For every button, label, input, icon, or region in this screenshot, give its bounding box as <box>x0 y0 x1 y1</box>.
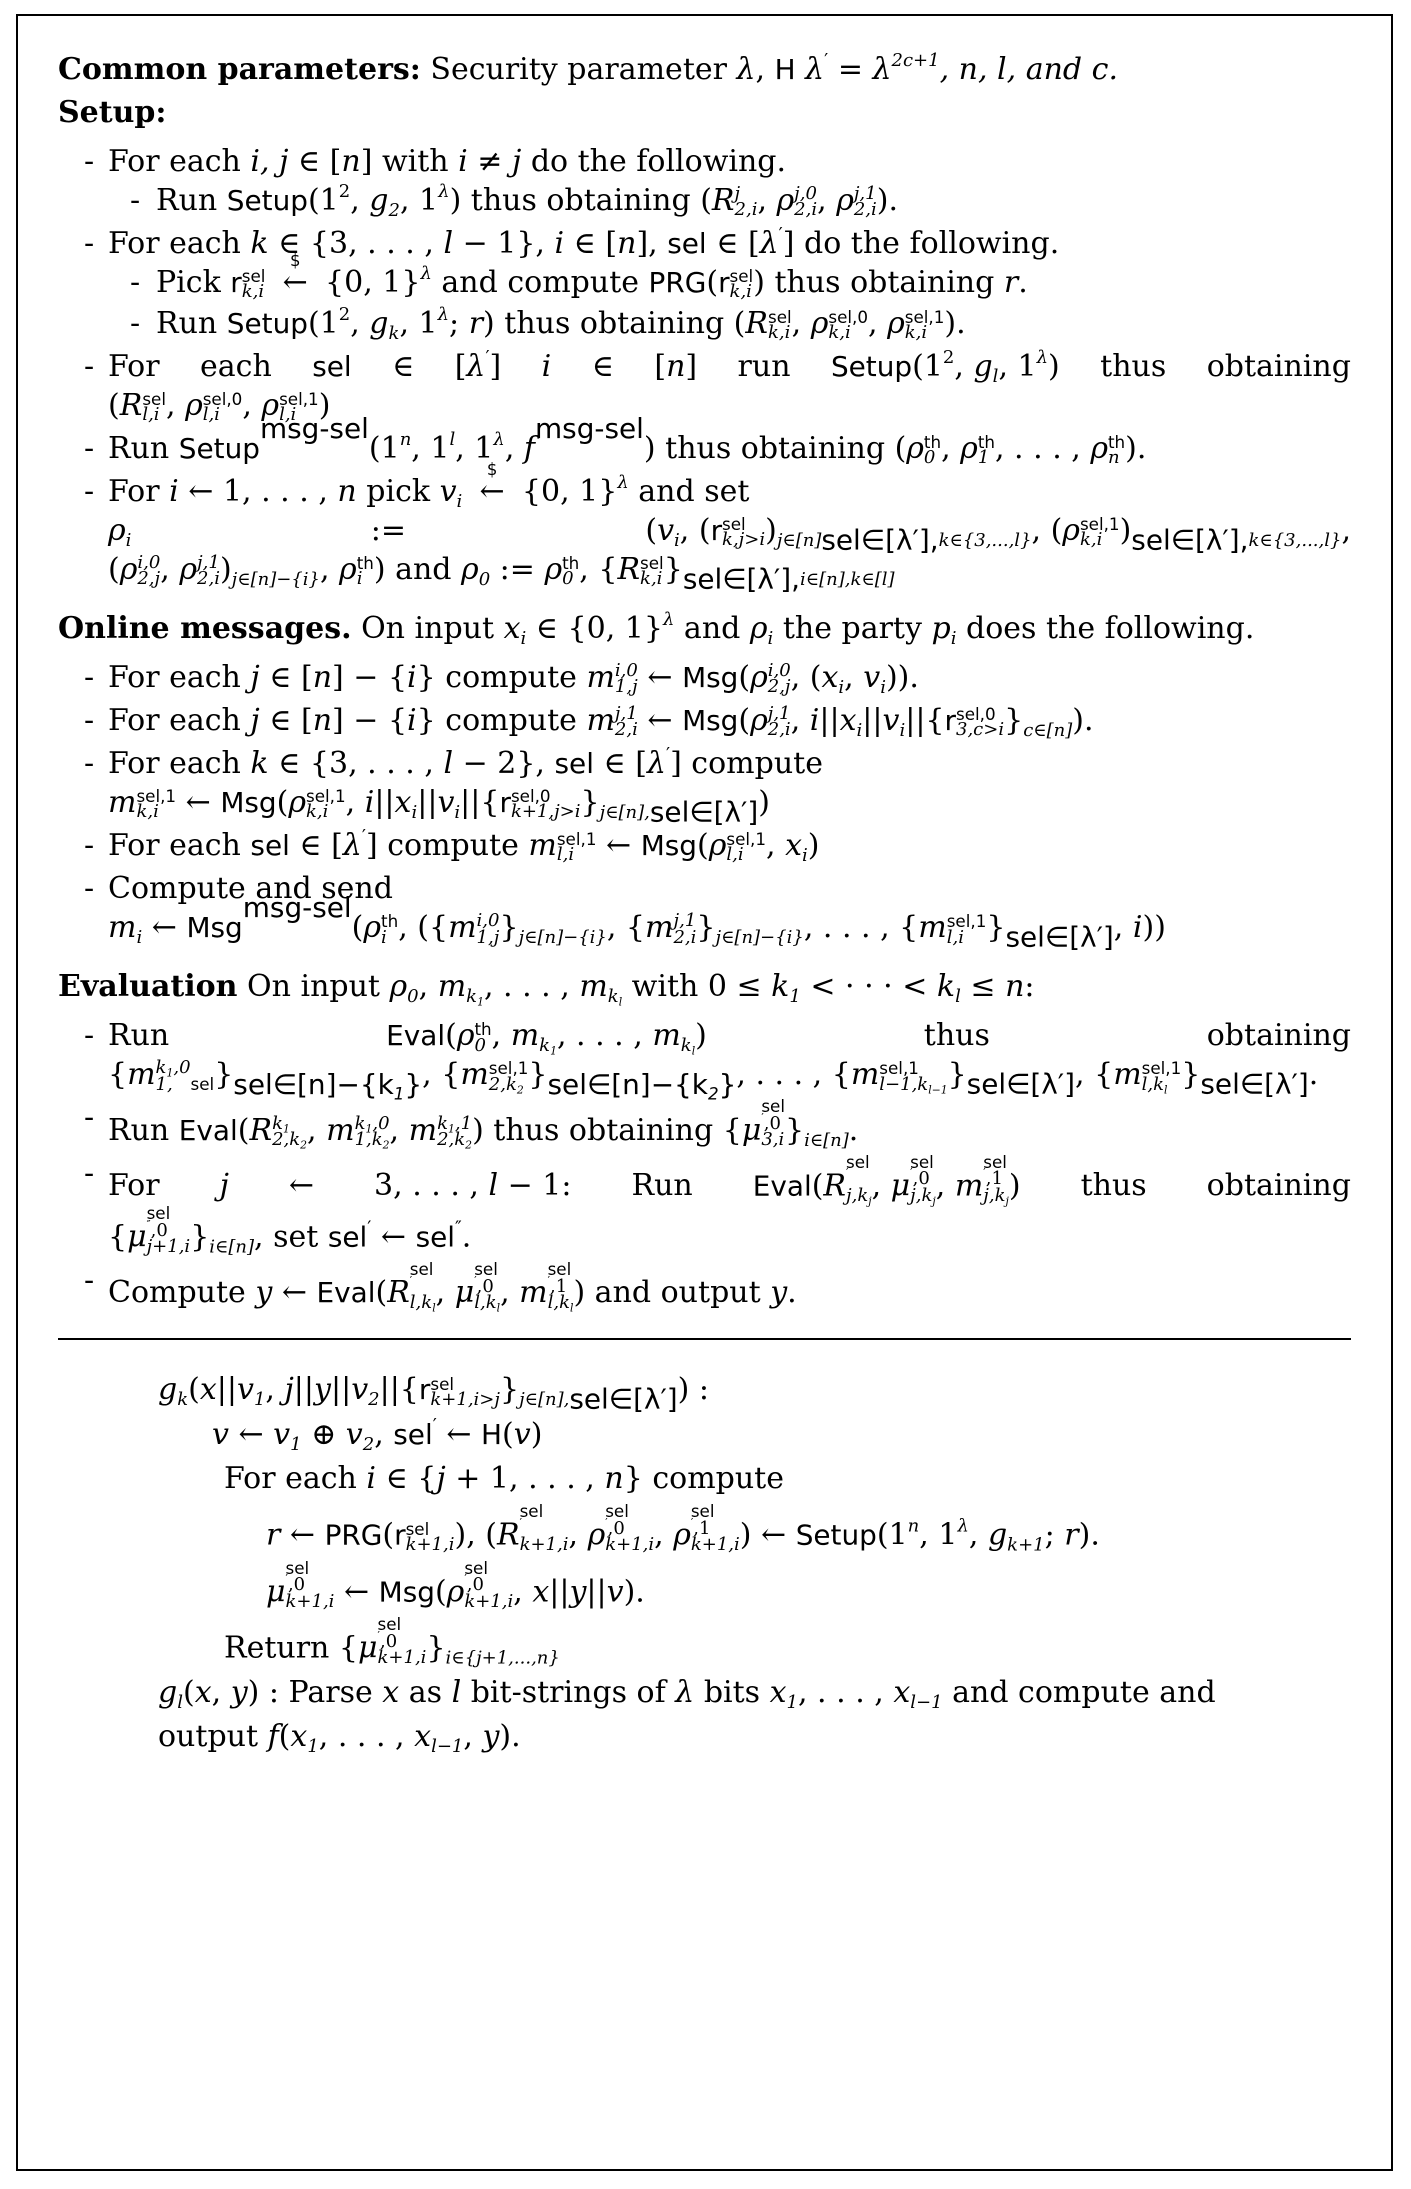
bullet-dash: - <box>130 265 141 300</box>
evaluation-label: Evaluation <box>58 969 238 1005</box>
online-item-5: - Compute and send mi ← Msgmsg-sel(ρ th i,… <box>58 869 1351 954</box>
setup-item-5-text: For i ← 1, . . . , n pick vi $ ← {0, 1}λ … <box>108 460 750 513</box>
online-item-1-text: For each j ∈ [n] − {i} compute m i,0 1,j ←… <box>108 660 919 699</box>
setup-item-5: - For i ← 1, . . . , n pick vi $ ← {0, 1}… <box>58 460 1351 593</box>
setup-item-2-sub-2-text: Run Setup(12, gk, 1λ; r) thus obtaining … <box>156 304 966 345</box>
gk-line-5: Return {μ sel ′,0 k+1,i}i∈{j+1,...,n} <box>224 1614 560 1670</box>
bullet-dash: - <box>130 306 141 341</box>
online-item-5-cont: mi ← Msgmsg-sel(ρ th i, ({m i,0 1,j}j∈[n]−{i… <box>108 891 1166 954</box>
setup-item-4: - Run Setupmsg-sel(1n, 1l, 1λ, fmsg-sel)… <box>58 412 1351 469</box>
setup-list: - For each i, j ∈ [n] with i ≠ j do the … <box>58 142 1351 593</box>
setup-heading: Setup: <box>58 95 167 130</box>
eval-item-4-text: Compute y ← Eval(R sel ′ l,kl, μ sel ′,0 l,kl,… <box>108 1258 797 1315</box>
protocol-figure-frame: Common parameters: Security parameter λ,… <box>16 14 1393 2171</box>
setup-item-1-sublist: - Run Setup(12, g2, 1λ) thus obtaining (… <box>108 181 1351 220</box>
online-item-2-text: For each j ∈ [n] − {i} compute m j,1 2,i ←… <box>108 703 1094 742</box>
setup-item-1-text: For each i, j ∈ [n] with i ≠ j do the fo… <box>108 144 787 179</box>
bullet-dash: - <box>84 1262 95 1298</box>
setup-item-2-sub-1: - Pick r sel k,i $ ← {0, 1}λ and compute PR… <box>108 251 1351 303</box>
bullet-dash: - <box>84 474 95 510</box>
eval-item-1-cont: {m k1,0 1, sel}sel∈[n]−{k1}, {m sel,1 2,k2}s… <box>108 1057 1319 1104</box>
bullet-dash: - <box>84 746 95 782</box>
gk-signature: gk(x||v1, j||y||v2||{r sel k+1,i>j}j∈[n],s… <box>158 1372 710 1416</box>
bullet-dash: - <box>84 660 95 696</box>
gk-line-1: v ← v1 ⊕ v2, sel′ ← H(v) <box>212 1414 543 1455</box>
online-messages-intro: On input xi ∈ {0, 1}λ and ρi the party p… <box>361 609 1255 650</box>
function-definitions: gk(x||v1, j||y||v2||{r sel k+1,i>j}j∈[n],s… <box>58 1340 1351 1757</box>
bullet-dash: - <box>84 871 95 907</box>
online-item-3: - For each k ∈ {3, . . . , l − 2}, sel ∈… <box>58 744 1351 829</box>
setup-item-3: - For each sel ∈ [λ′] i ∈ [n] run Setup(12, gl, 1… <box>58 347 1351 425</box>
lambda-power-symbol: λ2c+1 <box>872 50 940 87</box>
bullet-dash: - <box>84 144 95 179</box>
bullet-dash: - <box>84 703 95 739</box>
protocol-body: Common parameters: Security parameter λ,… <box>18 16 1391 1771</box>
setup-item-3-text: For each sel ∈ [λ′] i ∈ [n] run Setup(12, gl, 1λ)… <box>108 347 1351 388</box>
eval-item-3: - For j ← 3, . . . , l − 1: Run Eval(R sel ′ j,k… <box>58 1151 1351 1258</box>
bullet-dash: - <box>84 226 95 261</box>
evaluation-intro: On input ρ0, mk1, . . . , mkl with 0 ≤ k… <box>247 969 1035 1009</box>
evaluation-list: - Run Eval(ρ th 0, mk1, . . . , mkl) thus obt… <box>58 1016 1351 1315</box>
bullet-dash: - <box>130 183 141 218</box>
online-messages-label: Online messages. <box>58 611 352 647</box>
eval-item-2-text: Run Eval(R k1 2,k2, m k1,0 1,k2, m k1,1 2,k2) … <box>108 1096 859 1152</box>
online-messages-list: - For each j ∈ [n] − {i} compute m i,0 1,j… <box>58 658 1351 954</box>
gk-line-3: r ← PRG(r sel k+1,i), (R sel ′ k+1,i, ρ sel ′,0… <box>266 1500 1100 1556</box>
dollar-arrow-icon: $ ← <box>282 251 308 300</box>
online-item-4-text: For each sel ∈ [λ′] compute m sel,1 l,i ← … <box>108 826 820 867</box>
online-messages-heading: Online messages. On input xi ∈ {0, 1}λ a… <box>58 609 1351 648</box>
setup-item-5-rho-line: ρi:= (vi, (r sel k,j>i)j∈[n]sel∈[λ′],k∈{3,.… <box>108 513 1351 557</box>
gl-definition-cont: output f(x1, . . . , xl−1, y). <box>158 1719 521 1758</box>
hash-function-symbol: H <box>774 53 796 86</box>
bullet-dash: - <box>84 431 95 466</box>
setup-item-2-text: For each k ∈ {3, . . . , l − 1}, i ∈ [n]… <box>108 224 1060 261</box>
eval-item-2: - Run Eval(R k1 2,k2, m k1,0 1,k2, m k1,1 2,k2… <box>58 1096 1351 1152</box>
gk-line-2: For each i ∈ {j + 1, . . . , n} compute <box>224 1460 784 1496</box>
common-parameters-text: Security parameter λ, H λ′ = λ2c+1, n, l… <box>430 50 1119 87</box>
setup-item-1-sub-1: - Run Setup(12, g2, 1λ) thus obtaining (… <box>108 181 1351 220</box>
gl-definition: gl(x, y) : Parse x as l bit-strings of λ… <box>158 1675 1216 1714</box>
dollar-arrow-icon: $ ← <box>479 460 505 510</box>
bullet-dash: - <box>84 349 95 384</box>
online-item-3-text: For each k ∈ {3, . . . , l − 2}, sel ∈ [… <box>108 744 823 782</box>
bullet-dash: - <box>84 1018 95 1054</box>
online-item-4: - For each sel ∈ [λ′] compute m sel,1 l,i … <box>58 826 1351 865</box>
setup-item-2: - For each k ∈ {3, . . . , l − 1}, i ∈ [… <box>58 224 1351 343</box>
setup-item-2-sub-1-text: Pick r sel k,i $ ← {0, 1}λ and compute PRG(… <box>156 251 1028 303</box>
setup-item-2-sublist: - Pick r sel k,i $ ← {0, 1}λ and compute PR… <box>108 251 1351 343</box>
eval-item-3-text: For j ← 3, . . . , l − 1: Run Eval(R sel ′ j,kj,… <box>108 1151 1351 1208</box>
evaluation-heading: Evaluation On input ρ0, mk1, . . . , mkl… <box>58 967 1351 1009</box>
gk-line-4: μ sel ′,0 k+1,i ← Msg(ρ sel ′,0 k+1,i, x||y||v… <box>266 1557 645 1612</box>
lambda-prime-symbol: λ′ <box>805 50 829 87</box>
common-parameters-label: Common parameters: <box>58 52 421 87</box>
eval-item-4: - Compute y ← Eval(R sel ′ l,kl, μ sel ′,0 l,k… <box>58 1258 1351 1315</box>
common-parameters-line: Common parameters: Security parameter λ,… <box>58 50 1351 89</box>
bullet-dash: - <box>84 828 95 864</box>
online-item-2: - For each j ∈ [n] − {i} compute m j,1 2,i… <box>58 701 1351 740</box>
lambda-symbol: λ <box>736 52 756 87</box>
setup-item-1-sub-1-text: Run Setup(12, g2, 1λ) thus obtaining (R j… <box>156 181 899 222</box>
eval-item-3-cont: {μ sel ″,0 j+1,i}i∈[n], set sel′ ← sel″. <box>108 1203 472 1258</box>
setup-item-4-text: Run Setupmsg-sel(1n, 1l, 1λ, fmsg-sel) t… <box>108 412 1147 469</box>
common-parameters-tail: , n, l, and c. <box>939 52 1119 87</box>
online-item-3-cont: m sel,1 k,i ← Msg(ρ sel,1 k,i, i||xi||vi||{r… <box>108 785 770 829</box>
setup-item-2-sub-2: - Run Setup(12, gk, 1λ; r) thus obtainin… <box>108 304 1351 343</box>
eval-item-1: - Run Eval(ρ th 0, mk1, . . . , mkl) thus obt… <box>58 1016 1351 1104</box>
eval-item-1-text: Run Eval(ρ th 0, mk1, . . . , mkl) thus obtai… <box>108 1018 1351 1058</box>
bullet-dash: - <box>84 1155 95 1191</box>
setup-item-1: - For each i, j ∈ [n] with i ≠ j do the … <box>58 142 1351 220</box>
bullet-dash: - <box>84 1100 95 1136</box>
online-item-1: - For each j ∈ [n] − {i} compute m i,0 1,j… <box>58 658 1351 697</box>
